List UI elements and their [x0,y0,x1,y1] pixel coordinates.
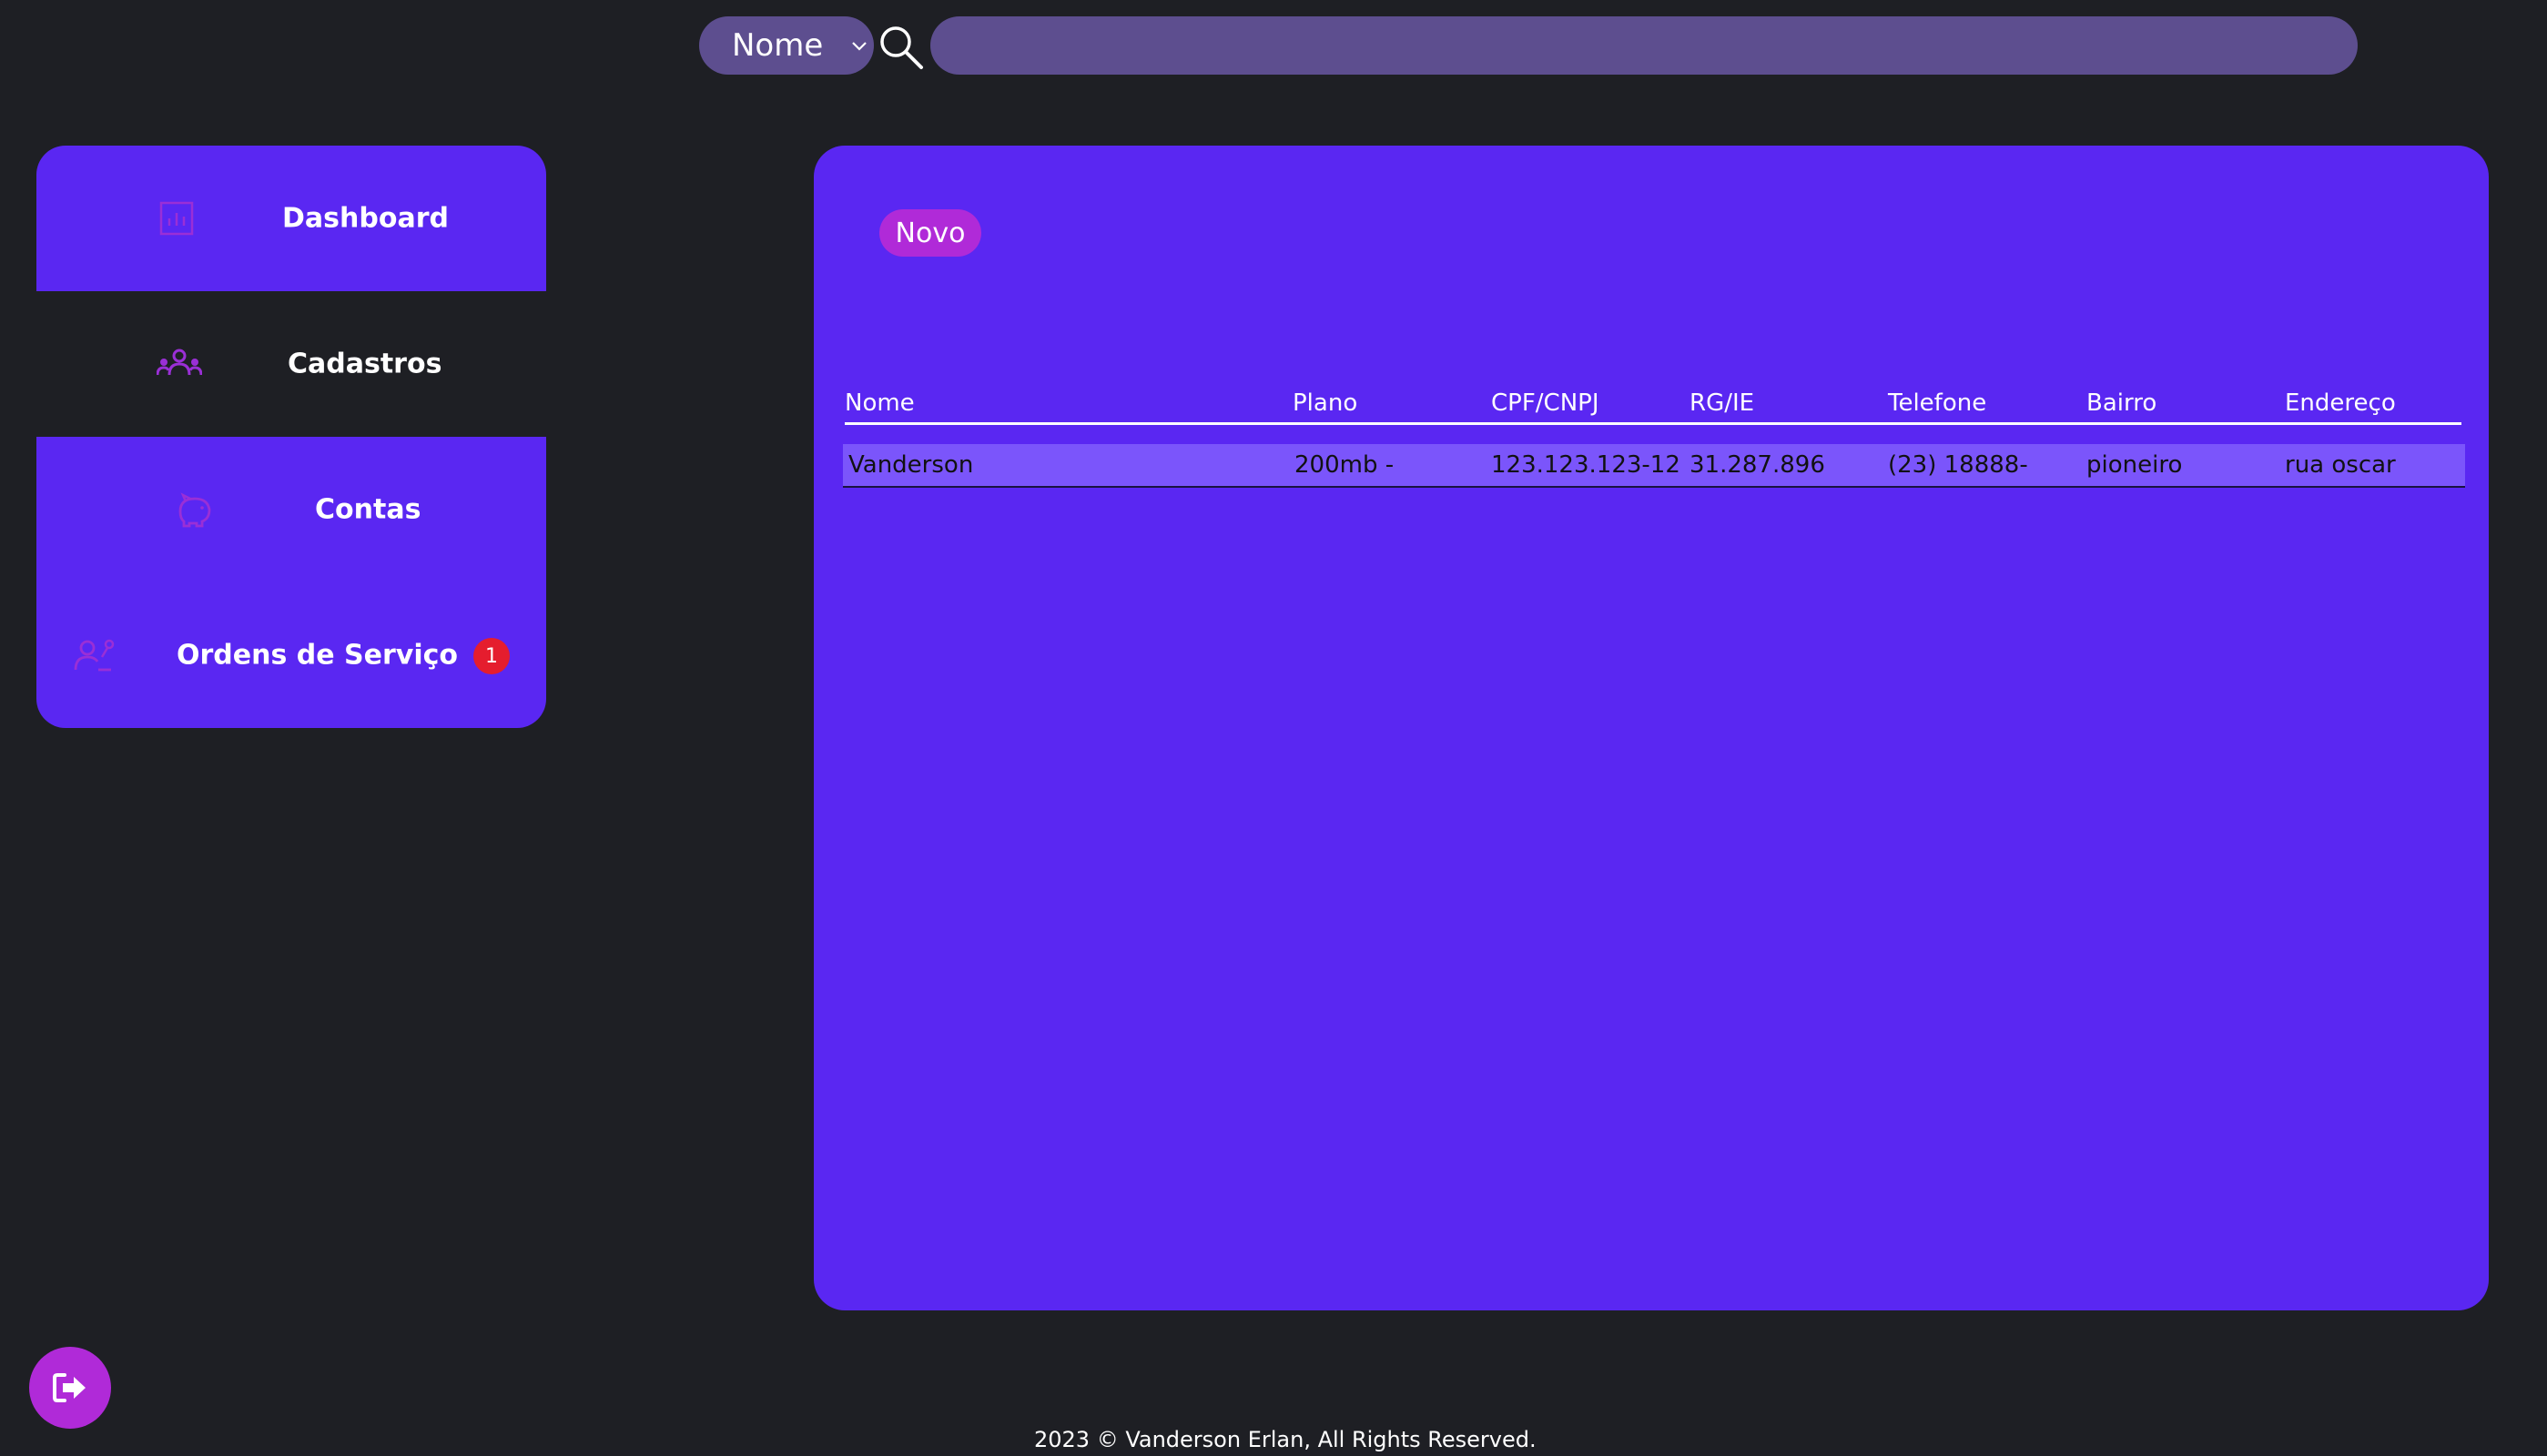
sidebar-item-cadastros[interactable]: Cadastros [36,291,546,437]
sidebar-item-label: Ordens de Serviço [177,639,459,672]
cell-bairro: pioneiro [2086,451,2183,479]
logout-button[interactable] [29,1347,111,1429]
cell-cpf-cnpj: 123.123.123-12 [1491,451,1680,479]
column-header-plano[interactable]: Plano [1293,389,1357,417]
column-header-cpf-cnpj[interactable]: CPF/CNPJ [1491,389,1599,417]
search-input[interactable] [930,16,2358,75]
column-header-telefone[interactable]: Telefone [1888,389,1986,417]
logout-icon [53,1373,86,1402]
sidebar-item-contas[interactable]: Contas [36,437,546,582]
search-field-select[interactable]: Nome [699,16,874,75]
column-header-rg-ie[interactable]: RG/IE [1690,389,1754,417]
column-header-bairro[interactable]: Bairro [2086,389,2156,417]
main-panel: Novo Nome Plano CPF/CNPJ RG/IE Telefone … [814,146,2489,1310]
table-row[interactable]: Vanderson 200mb - 123.123.123-12 31.287.… [843,444,2465,488]
cell-plano: 200mb - [1294,451,1395,479]
sidebar-item-dashboard[interactable]: Dashboard [36,146,546,291]
users-group-icon [157,349,202,376]
chart-icon [159,201,194,236]
sidebar-item-label: Cadastros [288,348,442,380]
cell-nome: Vanderson [848,451,974,479]
sidebar-item-label: Contas [315,493,421,526]
chevron-down-icon [852,42,867,51]
column-header-nome[interactable]: Nome [845,389,915,417]
piggy-bank-icon [178,492,211,528]
search-field-selected-value: Nome [732,27,824,64]
new-record-button[interactable]: Novo [879,209,981,257]
sidebar-item-ordens-de-servico[interactable]: Ordens de Serviço 1 [36,582,546,728]
cell-rg-ie: 31.287.896 [1690,451,1825,479]
table-header: Nome Plano CPF/CNPJ RG/IE Telefone Bairr… [845,389,2461,425]
sidebar: Dashboard Cadastros Contas Ordens de Ser… [36,146,546,728]
app-root: Nome Dashboard Cadastros Contas Ordens d… [0,0,2547,1456]
search-icon[interactable] [878,24,925,71]
column-header-endereco[interactable]: Endereço [2285,389,2396,417]
cell-telefone: (23) 18888- [1888,451,2028,479]
user-settings-icon [74,639,115,672]
footer-copyright: 2023 © Vanderson Erlan, All Rights Reser… [1034,1427,1537,1452]
cell-endereco: rua oscar [2285,451,2396,479]
notification-badge: 1 [473,638,510,674]
sidebar-item-label: Dashboard [282,202,449,235]
